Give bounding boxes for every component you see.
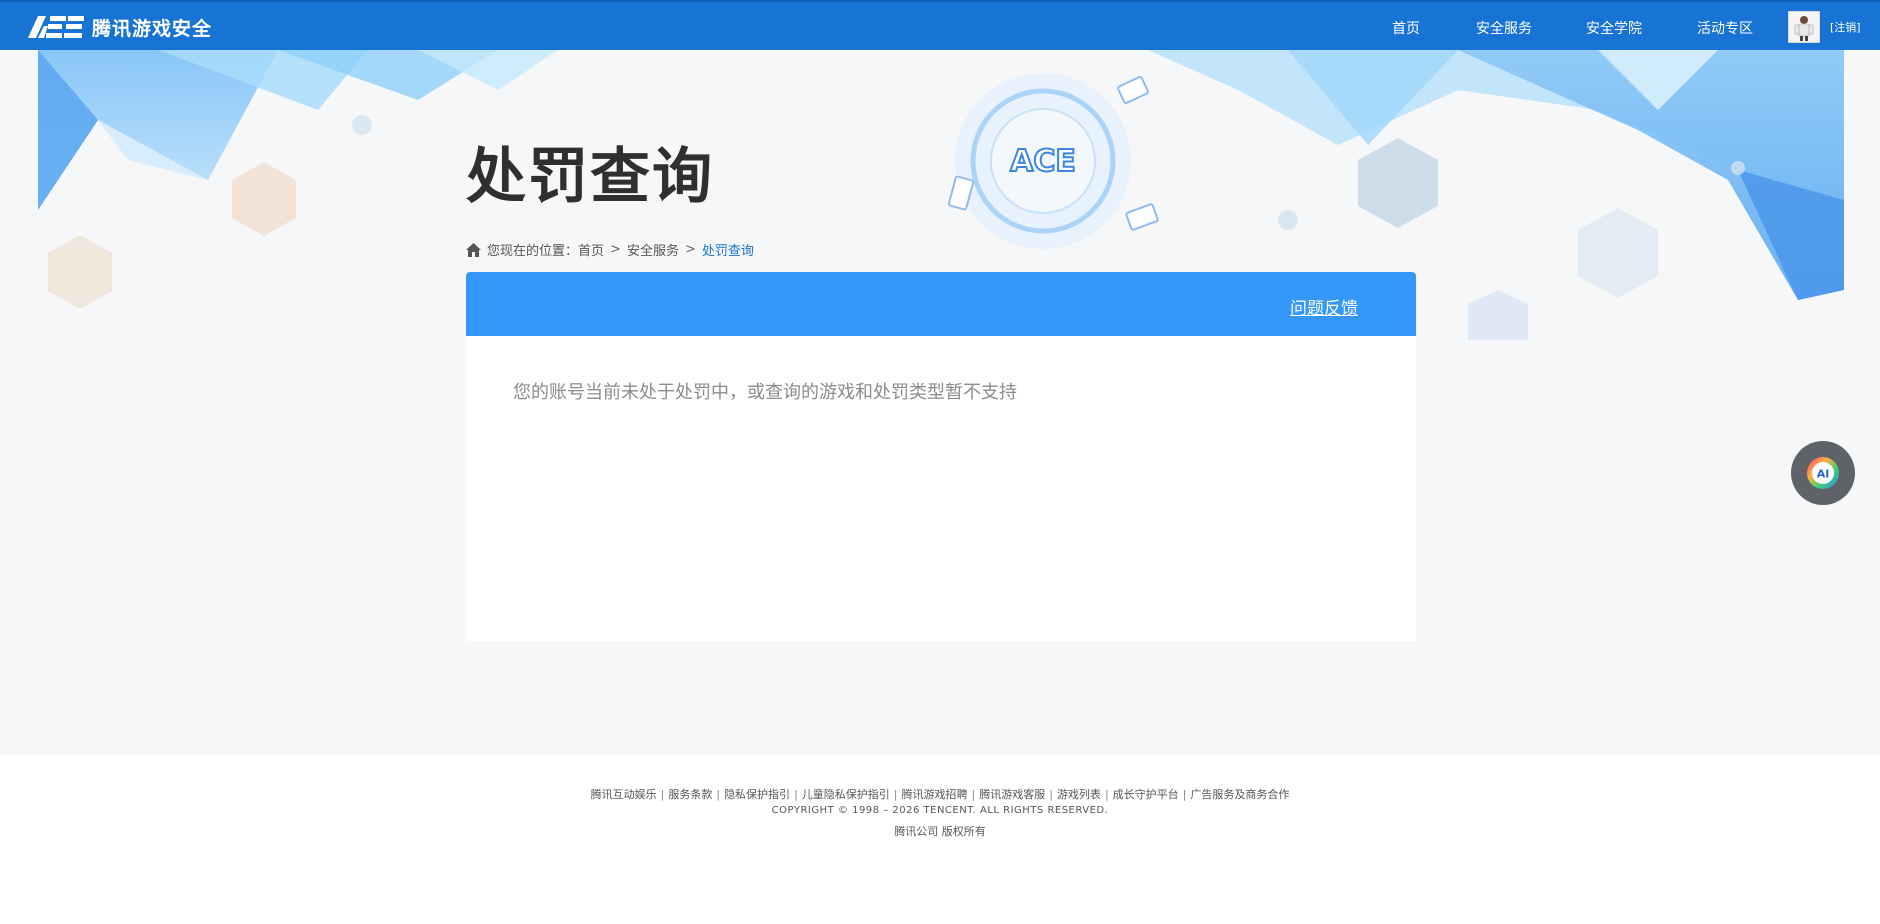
svg-text:AI: AI [1817,468,1830,481]
user-avatar[interactable] [1788,11,1820,43]
logout-link[interactable]: [注销] [1830,19,1861,35]
top-navigation-bar: 腾讯游戏安全 首页 安全服务 安全学院 活动专区 [注销] [0,0,1880,50]
panel-header: 问题反馈 [466,272,1416,336]
footer-separator: | [1182,788,1187,801]
svg-text:ACE: ACE [1010,144,1076,179]
ace-logo[interactable]: 腾讯游戏安全 [26,12,212,42]
footer-link-terms[interactable]: 服务条款 [668,788,712,801]
logo-text: 腾讯游戏安全 [92,17,213,40]
nav-home[interactable]: 首页 [1392,18,1420,38]
breadcrumb-current: 处罚查询 [701,244,754,259]
home-icon [466,242,481,257]
footer-link-child-privacy[interactable]: 儿童隐私保护指引 [802,788,890,801]
copyright-text: COPYRIGHT © 1998 – 2026 TENCENT. ALL RIG… [771,805,1109,816]
footer-link-customer-service[interactable]: 腾讯游戏客服 [979,788,1045,801]
result-message: 您的账号当前未处于处罚中，或查询的游戏和处罚类型暂不支持 [513,382,1017,403]
footer-separator: | [1049,788,1053,801]
breadcrumb-prefix: 您现在的位置： [487,244,579,259]
breadcrumb-separator: > [684,242,696,257]
result-panel: 问题反馈 您的账号当前未处于处罚中，或查询的游戏和处罚类型暂不支持 [466,272,1416,641]
footer-link-interactive-entertainment[interactable]: 腾讯互动娱乐 [591,788,657,801]
footer-separator: | [794,788,798,801]
ace-logo-icon [28,16,84,38]
ai-assistant-button[interactable]: AI [1791,441,1855,505]
footer-link-advertising[interactable]: 广告服务及商务合作 [1190,788,1289,801]
rights-text: 腾讯公司 版权所有 [894,825,986,838]
breadcrumb-home[interactable]: 首页 [578,240,604,259]
footer-link-game-list[interactable]: 游戏列表 [1057,788,1101,801]
breadcrumb-security-service[interactable]: 安全服务 [627,240,679,259]
nav-security-service[interactable]: 安全服务 [1476,18,1532,38]
footer-links: 腾讯互动娱乐 | 服务条款 | 隐私保护指引 | 儿童隐私保护指引 | 腾讯游戏招聘 | 腾讯游戏客… [0,786,1880,802]
ai-assistant-icon: AI [1807,457,1839,489]
footer-separator: | [971,788,976,801]
ace-badge-emblem: ACE [940,63,1160,263]
breadcrumb-separator: > [610,242,621,257]
page-title: 处罚查询 [466,142,714,212]
nav-activity-zone[interactable]: 活动专区 [1697,18,1753,38]
footer-separator: | [893,788,898,801]
footer: 腾讯互动娱乐 | 服务条款 | 隐私保护指引 | 儿童隐私保护指引 | 腾讯游戏招聘 | 腾讯游戏客… [0,755,1880,924]
footer-link-jobs[interactable]: 腾讯游戏招聘 [902,788,968,801]
footer-link-privacy[interactable]: 隐私保护指引 [724,788,790,801]
footer-separator: | [1104,788,1109,801]
feedback-link[interactable]: 问题反馈 [1290,294,1358,319]
footer-separator: | [660,788,665,801]
footer-separator: | [716,788,721,801]
avatar-image [1789,12,1819,42]
nav-security-academy[interactable]: 安全学院 [1586,18,1642,38]
breadcrumb: 您现在的位置： 首页 > 安全服务 > 处罚查询 [466,240,754,259]
footer-link-growth-guard[interactable]: 成长守护平台 [1113,788,1179,801]
ace-badge-icon: ACE [947,73,1159,249]
